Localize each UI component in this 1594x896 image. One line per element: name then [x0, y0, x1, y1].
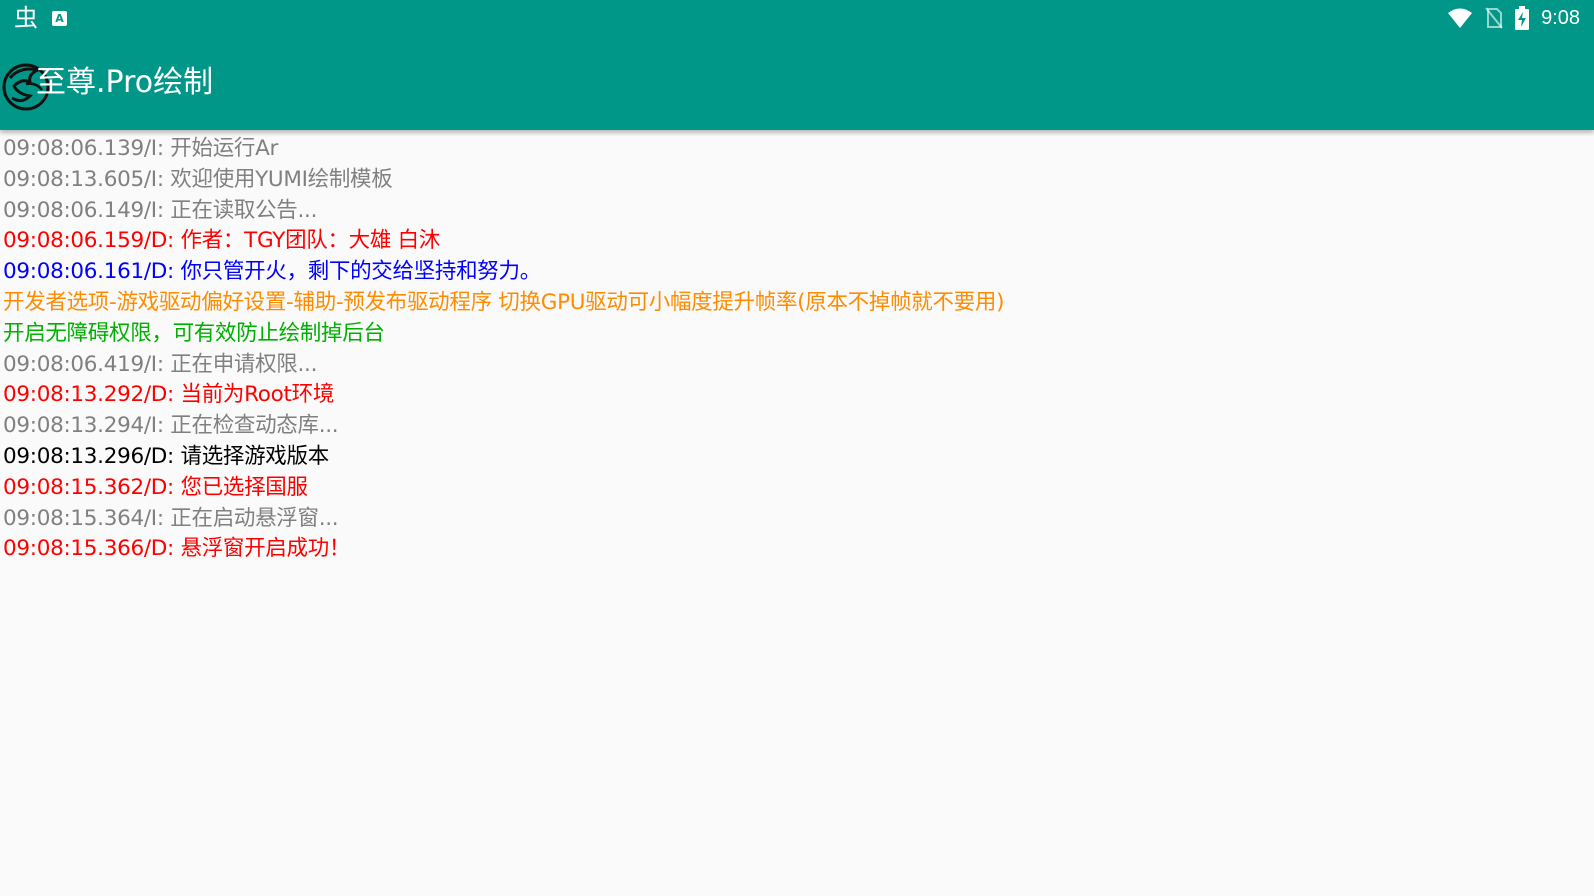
app-bar: 至尊.Pro绘制	[0, 36, 1594, 130]
log-line: 09:08:15.362/D: 您已选择国服	[3, 474, 308, 500]
log-line: 09:08:13.292/D: 当前为Root环境	[3, 382, 335, 408]
log-line: 09:08:13.605/I: 欢迎使用YUMI绘制模板	[3, 166, 393, 192]
wifi-icon	[1448, 8, 1473, 28]
log-line: 09:08:06.159/D: 作者：TGY团队：大雄 白沐	[3, 228, 441, 254]
log-line: 09:08:06.161/D: 你只管开火，剩下的交给坚持和努力。	[3, 259, 541, 285]
a-notification-icon: A	[52, 10, 67, 26]
log-line: 开启无障碍权限，可有效防止绘制掉后台	[3, 320, 385, 346]
log-line: 09:08:06.419/I: 正在申请权限...	[3, 351, 318, 377]
no-sim-icon	[1485, 7, 1503, 29]
log-line: 09:08:15.366/D: 悬浮窗开启成功！	[3, 536, 351, 562]
log-line: 开发者选项-游戏驱动偏好设置-辅助-预发布驱动程序 切换GPU驱动可小幅度提升帧…	[3, 289, 1005, 315]
status-bar-left-icons: 虫 A	[14, 3, 67, 33]
app-title: 至尊.Pro绘制	[36, 65, 214, 100]
log-line: 09:08:06.149/I: 正在读取公告...	[3, 197, 318, 223]
log-line: 09:08:13.294/I: 正在检查动态库...	[3, 413, 339, 439]
status-bar: 虫 A 9:08	[0, 0, 1594, 36]
log-line: 09:08:06.139/I: 开始运行Ar	[3, 136, 279, 161]
status-time: 9:08	[1541, 6, 1580, 29]
log-line: 09:08:13.296/D: 请选择游戏版本	[3, 443, 329, 469]
bug-icon: 虫	[14, 4, 38, 32]
log-list: 09:08:06.139/I: 开始运行Ar 09:08:13.605/I: 欢迎…	[3, 134, 1588, 565]
status-bar-right-icons: 9:08	[1447, 4, 1580, 32]
battery-charging-icon	[1515, 6, 1530, 30]
log-line: 09:08:15.364/I: 正在启动悬浮窗...	[3, 505, 339, 531]
